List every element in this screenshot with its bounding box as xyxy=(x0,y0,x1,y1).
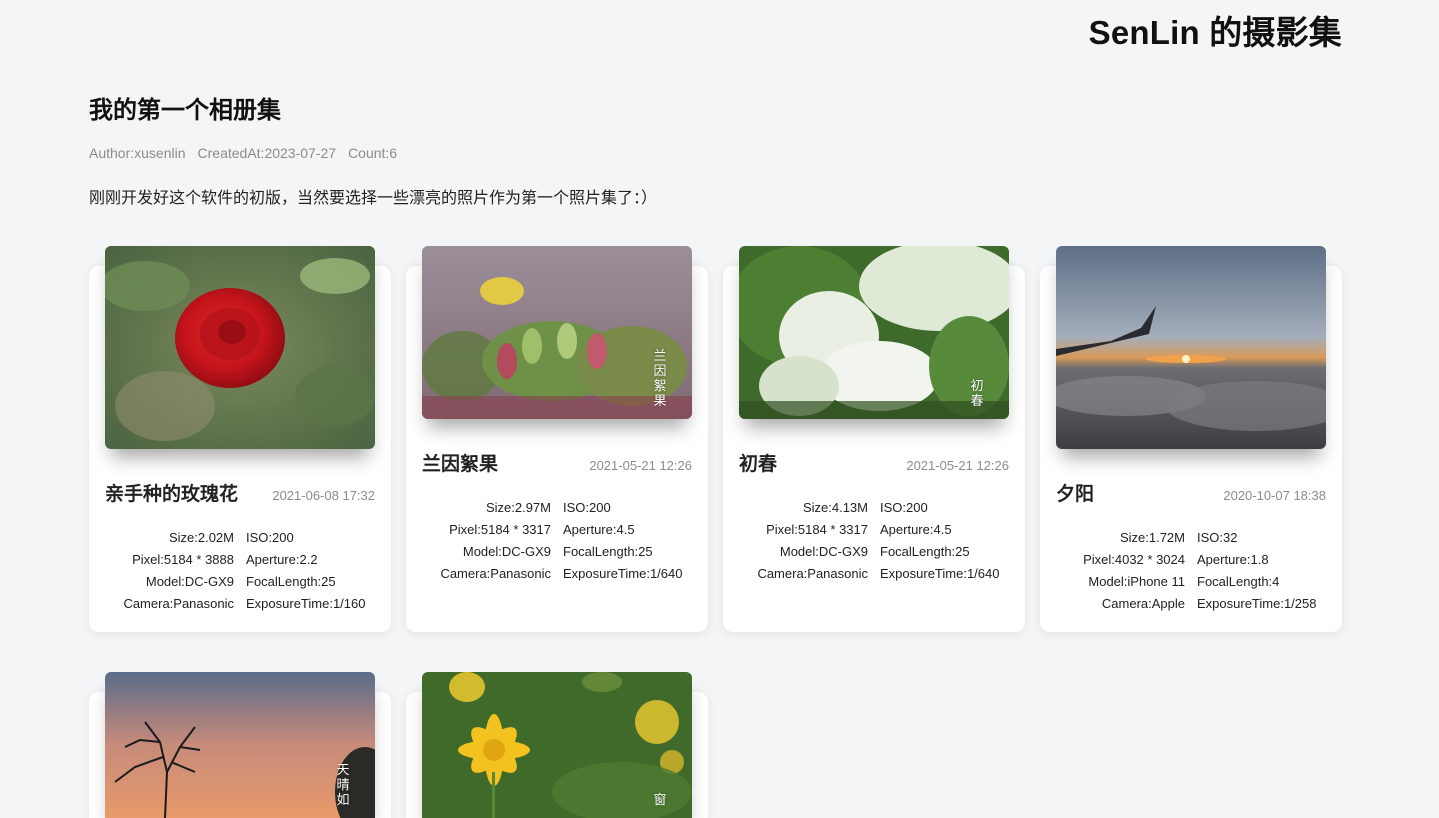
spec-iso: ISO:200 xyxy=(246,530,294,545)
spec-model: Model:DC-GX9 xyxy=(779,544,868,559)
album-title: 我的第一个相册集 xyxy=(89,97,281,124)
page: SenLin 的摄影集 我的第一个相册集 Author:xusenlin Cre… xyxy=(0,0,1439,818)
spec-aperture: Aperture:4.5 xyxy=(880,522,952,537)
spec-pixel: Pixel:4032 * 3024 xyxy=(1083,552,1185,567)
spec-pixel: Pixel:5184 * 3317 xyxy=(449,522,551,537)
photo-rose[interactable] xyxy=(105,246,375,449)
photo-succulent-info: 兰因絮果 2021-05-21 12:26 xyxy=(422,449,692,476)
photo-rose-specs: Size:2.02M ISO:200 Pixel:5184 * 3888 Ape… xyxy=(89,530,391,611)
spec-focal-length: FocalLength:4 xyxy=(1197,574,1280,589)
photo-name[interactable]: 兰因絮果 xyxy=(422,449,498,476)
site-title[interactable]: SenLin 的摄影集 xyxy=(1089,6,1342,54)
spec-focal-length: FocalLength:25 xyxy=(246,574,336,589)
photo-sunset-info: 夕阳 2020-10-07 18:38 xyxy=(1056,479,1326,506)
photo-name[interactable]: 初春 xyxy=(739,449,777,476)
photo-card-succulent[interactable]: 兰因絮果 兰因絮果 2021-05-21 12:26 Size:2.97M IS… xyxy=(406,246,708,632)
spec-size: Size:4.13M xyxy=(802,500,868,515)
spec-exposure-time: ExposureTime:1/640 xyxy=(880,566,1000,581)
photo-card-rose[interactable]: 亲手种的玫瑰花 2021-06-08 17:32 Size:2.02M ISO:… xyxy=(89,246,391,632)
spec-camera: Camera:Panasonic xyxy=(440,566,551,581)
photo-card-early-spring[interactable]: 初春 初春 2021-05-21 12:26 Size:4.13M ISO:20… xyxy=(723,246,1025,632)
photo-name[interactable]: 夕阳 xyxy=(1056,479,1094,506)
photo-early-spring-specs: Size:4.13M ISO:200 Pixel:5184 * 3317 Ape… xyxy=(723,500,1025,581)
spec-exposure-time: ExposureTime:1/160 xyxy=(246,596,366,611)
photo-date: 2020-10-07 18:38 xyxy=(1223,488,1326,503)
spec-model: Model:DC-GX9 xyxy=(462,544,551,559)
spec-model: Model:DC-GX9 xyxy=(145,574,234,589)
spec-size: Size:2.97M xyxy=(485,500,551,515)
photo-tree-dusk-overlay-text: 天晴如 xyxy=(336,763,350,808)
spec-pixel: Pixel:5184 * 3317 xyxy=(766,522,868,537)
photo-succulent[interactable]: 兰因絮果 xyxy=(422,246,692,419)
photo-sunset-specs: Size:1.72M ISO:32 Pixel:4032 * 3024 Aper… xyxy=(1040,530,1342,611)
photo-sunset[interactable] xyxy=(1056,246,1326,449)
spec-aperture: Aperture:4.5 xyxy=(563,522,635,537)
photo-succulent-overlay-text: 兰因絮果 xyxy=(653,349,667,409)
photo-card-yellow-daisy[interactable]: 窗 xyxy=(406,672,708,818)
photo-early-spring[interactable]: 初春 xyxy=(739,246,1009,419)
spec-camera: Camera:Panasonic xyxy=(123,596,234,611)
photo-succulent-specs: Size:2.97M ISO:200 Pixel:5184 * 3317 Ape… xyxy=(406,500,708,581)
album-count: Count:6 xyxy=(348,145,398,161)
photo-date: 2021-06-08 17:32 xyxy=(272,488,375,503)
spec-camera: Camera:Apple xyxy=(1101,596,1185,611)
spec-iso: ISO:200 xyxy=(880,500,928,515)
album-created-at: CreatedAt:2023-07-27 xyxy=(197,145,337,161)
photo-early-spring-overlay-text: 初春 xyxy=(970,379,984,409)
spec-exposure-time: ExposureTime:1/640 xyxy=(563,566,683,581)
photo-name[interactable]: 亲手种的玫瑰花 xyxy=(105,479,238,506)
spec-pixel: Pixel:5184 * 3888 xyxy=(132,552,234,567)
spec-aperture: Aperture:2.2 xyxy=(246,552,318,567)
album-author: Author:xusenlin xyxy=(89,145,186,161)
photo-tree-dusk[interactable]: 天晴如 xyxy=(105,672,375,818)
spec-iso: ISO:32 xyxy=(1197,530,1238,545)
spec-focal-length: FocalLength:25 xyxy=(880,544,970,559)
album-description: 刚刚开发好这个软件的初版，当然要选择一些漂亮的照片作为第一个照片集了：） xyxy=(89,190,658,207)
photo-date: 2021-05-21 12:26 xyxy=(906,458,1009,473)
spec-size: Size:2.02M xyxy=(168,530,234,545)
album-meta: Author:xusenlin CreatedAt:2023-07-27 Cou… xyxy=(89,145,397,161)
spec-aperture: Aperture:1.8 xyxy=(1197,552,1269,567)
photo-yellow-daisy-overlay-text: 窗 xyxy=(653,793,667,808)
spec-focal-length: FocalLength:25 xyxy=(563,544,653,559)
photo-rose-info: 亲手种的玫瑰花 2021-06-08 17:32 xyxy=(105,479,375,506)
spec-iso: ISO:200 xyxy=(563,500,611,515)
photo-early-spring-info: 初春 2021-05-21 12:26 xyxy=(739,449,1009,476)
spec-exposure-time: ExposureTime:1/258 xyxy=(1197,596,1317,611)
photo-card-tree-dusk[interactable]: 天晴如 xyxy=(89,672,391,818)
photo-date: 2021-05-21 12:26 xyxy=(589,458,692,473)
spec-size: Size:1.72M xyxy=(1119,530,1185,545)
photo-card-sunset[interactable]: 夕阳 2020-10-07 18:38 Size:1.72M ISO:32 Pi… xyxy=(1040,246,1342,632)
spec-camera: Camera:Panasonic xyxy=(757,566,868,581)
photo-yellow-daisy[interactable]: 窗 xyxy=(422,672,692,818)
spec-model: Model:iPhone 11 xyxy=(1088,574,1185,589)
